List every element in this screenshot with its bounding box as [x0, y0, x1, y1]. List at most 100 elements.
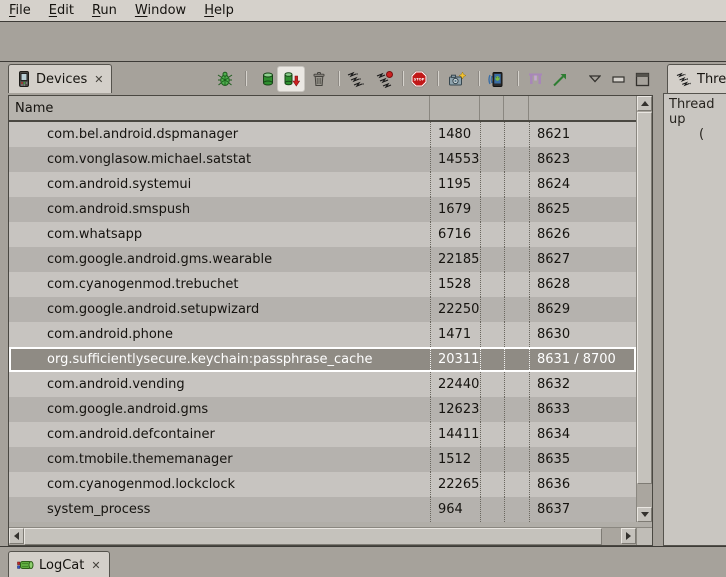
menu-item-edit[interactable]: Edit: [49, 3, 82, 18]
cell-empty: [480, 172, 504, 197]
process-name: com.android.vending: [9, 372, 430, 397]
vertical-scrollbar[interactable]: [636, 96, 652, 522]
toolbar-separator: [245, 71, 247, 86]
process-row[interactable]: com.android.defcontainer 14411 8634: [9, 422, 636, 447]
menu-item-help[interactable]: Help: [204, 3, 242, 18]
tracing-arrow-icon: [551, 71, 569, 88]
process-name: com.android.phone: [9, 322, 430, 347]
ddms-window: File Edit Run Window Help: [0, 0, 726, 577]
cell-empty: [480, 122, 504, 147]
maximize-button[interactable]: [631, 67, 653, 91]
start-method-profiling-button[interactable]: [374, 67, 396, 91]
process-row[interactable]: com.cyanogenmod.lockclock 22265 8636: [9, 472, 636, 497]
cell-empty: [480, 372, 504, 397]
tab-threads-label: Threa: [697, 72, 726, 87]
process-row[interactable]: com.google.android.gms 12623 8633: [9, 397, 636, 422]
table-body: com.bel.android.dspmanager 1480 8621 com…: [9, 122, 636, 522]
screen-capture-button[interactable]: [446, 67, 468, 91]
process-port: 8637: [529, 497, 636, 522]
column-header-port[interactable]: [529, 96, 636, 120]
stop-process-button[interactable]: STOP: [408, 67, 430, 91]
threads-view: Threa Thread up (: [663, 63, 726, 546]
cell-empty: [504, 349, 529, 370]
cell-empty: [480, 297, 504, 322]
process-name: com.android.systemui: [9, 172, 430, 197]
process-port: 8631 / 8700: [529, 349, 636, 370]
process-name: com.google.android.gms.wearable: [9, 247, 430, 272]
process-row[interactable]: com.android.systemui 1195 8624: [9, 172, 636, 197]
process-row[interactable]: com.vonglasow.michael.satstat 14553 8623: [9, 147, 636, 172]
camera-icon: [448, 71, 466, 88]
devices-table: Name com.bel.android.dspmanager 1480 862…: [8, 95, 653, 546]
cause-gc-button[interactable]: [308, 67, 330, 91]
scrollbar-corner: [636, 527, 652, 545]
cell-empty: [504, 272, 529, 297]
start-tracing-button[interactable]: [549, 67, 571, 91]
process-row[interactable]: com.android.vending 22440 8632: [9, 372, 636, 397]
column-header-4[interactable]: [504, 96, 529, 120]
device-screen-button[interactable]: [484, 67, 506, 91]
process-row[interactable]: com.whatsapp 6716 8626: [9, 222, 636, 247]
process-name: com.android.smspush: [9, 197, 430, 222]
process-row[interactable]: com.android.phone 1471 8630: [9, 322, 636, 347]
menu-item-window[interactable]: Window: [135, 3, 194, 18]
column-header-name[interactable]: Name: [9, 96, 430, 120]
threads-message-line2: (: [669, 127, 726, 142]
process-port: 8635: [529, 447, 636, 472]
cell-empty: [504, 497, 529, 522]
systrace-button[interactable]: [524, 67, 546, 91]
process-name: system_process: [9, 497, 430, 522]
process-port: 8634: [529, 422, 636, 447]
process-row[interactable]: com.google.android.gms.wearable 22185 86…: [9, 247, 636, 272]
up-arrow-icon: [641, 101, 649, 106]
tab-devices[interactable]: Devices ✕: [8, 64, 112, 93]
column-header-3[interactable]: [480, 96, 504, 120]
process-name: com.bel.android.dspmanager: [9, 122, 430, 147]
tab-logcat[interactable]: LogCat ✕: [8, 551, 110, 577]
horizontal-scroll-thumb[interactable]: [24, 528, 602, 545]
update-heap-icon: [260, 71, 276, 87]
update-threads-button[interactable]: [345, 67, 367, 91]
process-row[interactable]: org.sufficientlysecure.keychain:passphra…: [9, 347, 636, 372]
close-icon[interactable]: ✕: [94, 73, 103, 86]
devices-view: Devices ✕: [0, 63, 659, 546]
dump-hprof-button[interactable]: [277, 66, 305, 92]
update-threads-icon: [347, 71, 365, 88]
horizontal-scrollbar[interactable]: [9, 527, 636, 545]
tab-threads[interactable]: Threa: [667, 64, 726, 93]
scroll-down-button[interactable]: [637, 507, 652, 522]
cell-empty: [504, 147, 529, 172]
scroll-up-button[interactable]: [637, 96, 652, 111]
process-name: com.google.android.gms: [9, 397, 430, 422]
cell-empty: [480, 322, 504, 347]
threads-tab-icon: [676, 72, 692, 87]
minimize-button[interactable]: [607, 67, 629, 91]
scroll-track[interactable]: [637, 485, 652, 507]
scroll-left-button[interactable]: [9, 528, 24, 544]
process-row[interactable]: com.google.android.setupwizard 22250 862…: [9, 297, 636, 322]
close-icon[interactable]: ✕: [91, 559, 100, 572]
process-name: com.android.defcontainer: [9, 422, 430, 447]
menu-item-run[interactable]: Run: [92, 3, 125, 18]
process-row[interactable]: com.cyanogenmod.trebuchet 1528 8628: [9, 272, 636, 297]
process-row[interactable]: system_process 964 8637: [9, 497, 636, 522]
logcat-icon: [17, 557, 34, 573]
scroll-right-button[interactable]: [621, 528, 636, 544]
process-name: com.vonglasow.michael.satstat: [9, 147, 430, 172]
cell-empty: [504, 197, 529, 222]
process-pid: 1480: [430, 122, 480, 147]
debug-process-button[interactable]: [214, 67, 236, 91]
process-pid: 12623: [430, 397, 480, 422]
menu-item-file[interactable]: File: [9, 3, 39, 18]
view-menu-button[interactable]: [584, 67, 606, 91]
column-header-pid[interactable]: [430, 96, 480, 120]
scroll-track[interactable]: [602, 528, 621, 545]
process-name: com.whatsapp: [9, 222, 430, 247]
process-name: com.cyanogenmod.trebuchet: [9, 272, 430, 297]
vertical-scroll-thumb[interactable]: [637, 112, 652, 484]
process-row[interactable]: com.tmobile.thememanager 1512 8635: [9, 447, 636, 472]
update-heap-button[interactable]: [257, 67, 279, 91]
process-row[interactable]: com.bel.android.dspmanager 1480 8621: [9, 122, 636, 147]
threads-tabrow: Threa: [663, 63, 726, 93]
process-row[interactable]: com.android.smspush 1679 8625: [9, 197, 636, 222]
